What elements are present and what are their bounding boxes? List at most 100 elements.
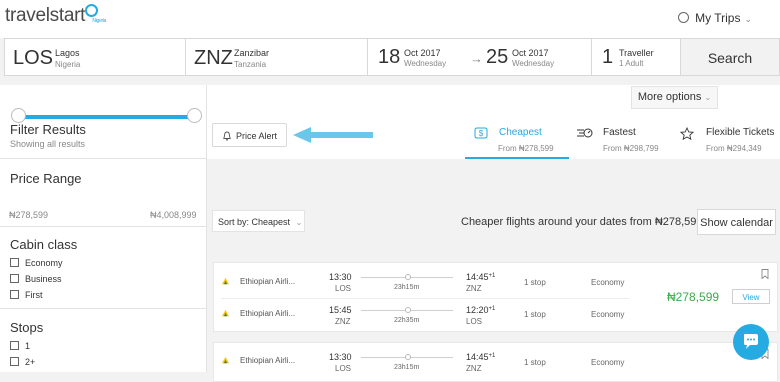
return-day: 25 [486, 46, 509, 68]
from-field[interactable]: LOS Lagos Nigeria [4, 38, 186, 76]
svg-text:$: $ [479, 129, 484, 138]
checkbox-label: Business [25, 274, 62, 284]
stop-dot [405, 354, 411, 360]
checkbox-icon [10, 274, 19, 283]
search-bar: LOS Lagos Nigeria ZNZ Zanzibar Tanzania … [4, 38, 780, 78]
bookmark-icon[interactable] [761, 269, 769, 279]
tab-price: From ₦294,349 [706, 144, 762, 153]
cheaper-flights-text: Cheaper flights around your dates from ₦… [461, 216, 703, 228]
cabin-economy-checkbox[interactable]: Economy [10, 258, 63, 268]
from-city: Lagos [55, 48, 80, 58]
price-range-title: Price Range [10, 171, 82, 186]
star-icon [680, 127, 694, 140]
airline-name: Ethiopian Airli... [240, 277, 296, 286]
live-chat-button[interactable] [733, 324, 769, 360]
annotation-arrow-icon [293, 127, 311, 143]
depart-day: 18 [378, 46, 401, 68]
divider [0, 308, 206, 309]
travellers-label: Traveller [619, 48, 654, 58]
travellers-count: 1 [602, 46, 614, 68]
search-button[interactable]: Search [680, 38, 780, 76]
stops-1-checkbox[interactable]: 1 [10, 341, 30, 351]
chevron-down-icon: ⌄ [744, 14, 752, 24]
stops-count: 1 stop [524, 358, 546, 367]
divider [0, 158, 206, 159]
bell-icon [223, 131, 231, 141]
filter-title: Filter Results [10, 122, 86, 137]
speed-icon [577, 128, 593, 138]
view-button[interactable]: View [732, 289, 770, 304]
stops-title: Stops [10, 320, 44, 335]
flight-result-card[interactable]: Ethiopian Airli... 13:30 LOS 23h15m 14:4… [213, 342, 778, 382]
stop-dot [405, 307, 411, 313]
to-city: Zanzibar [234, 48, 270, 58]
travellers-detail: 1 Adult [619, 59, 644, 68]
annotation-arrow-shaft [310, 132, 373, 138]
tab-label: Cheapest [499, 127, 542, 138]
cabin-class: Economy [591, 358, 625, 367]
from-code: LOS [13, 47, 54, 69]
to-country: Tanzania [234, 60, 267, 69]
price-alert-button[interactable]: Price Alert [212, 123, 287, 147]
arrival-time-value: 14:45 [466, 352, 489, 362]
dates-field[interactable]: 18 Oct 2017 Wednesday → 25 Oct 2017 Wedn… [367, 38, 592, 76]
tab-label: Flexible Tickets [706, 127, 775, 138]
flight-price: ₦278,599 [667, 290, 720, 304]
duration: 22h35m [394, 317, 420, 324]
arrival-airport: LOS [466, 317, 483, 326]
travellers-field[interactable]: 1 Traveller 1 Adult [591, 38, 681, 76]
checkbox-label: 1 [25, 341, 31, 351]
price-range-max-handle[interactable] [186, 108, 202, 123]
active-tab-indicator [465, 157, 569, 159]
stop-dot [405, 274, 411, 280]
to-field[interactable]: ZNZ Zanzibar Tanzania [185, 38, 368, 76]
price-range-min: ₦278,599 [9, 210, 49, 220]
checkbox-icon [10, 357, 19, 366]
top-bar: travelstart Nigeria My Trips ⌄ [0, 0, 780, 38]
depart-weekday: Wednesday [404, 59, 447, 68]
leg-divider [221, 298, 629, 299]
departure-airport: ZNZ [335, 317, 351, 326]
depart-month-year: Oct 2017 [404, 48, 441, 58]
to-code: ZNZ [194, 47, 233, 69]
price-range-max: ₦4,008,999 [150, 210, 197, 220]
logo-ring-icon [85, 4, 99, 17]
cabin-first-checkbox[interactable]: First [10, 290, 43, 300]
dollar-tag-icon: $ [474, 127, 488, 139]
departure-time: 13:30 [329, 352, 352, 362]
checkbox-label: Economy [25, 258, 63, 268]
cabin-business-checkbox[interactable]: Business [10, 274, 62, 284]
arrow-right-icon: → [470, 51, 483, 66]
price-range-min-handle[interactable] [10, 108, 26, 123]
checkbox-icon [10, 341, 19, 350]
stops-count: 1 stop [524, 278, 546, 287]
cabin-class: Economy [591, 310, 625, 319]
show-calendar-button[interactable]: Show calendar [697, 209, 776, 235]
checkbox-icon [10, 290, 19, 299]
return-month-year: Oct 2017 [512, 48, 549, 58]
checkbox-label: 2+ [25, 357, 36, 367]
ethiopian-airlines-logo-icon [221, 277, 230, 285]
flight-result-card[interactable]: Ethiopian Airli... 13:30 LOS 23h15m 14:4… [213, 262, 778, 332]
more-options-button[interactable]: More options ⌄ [631, 86, 718, 109]
user-icon [678, 12, 690, 23]
price-alert-label: Price Alert [236, 131, 278, 141]
from-country: Nigeria [55, 60, 81, 69]
logo-country: Nigeria [92, 18, 107, 24]
more-options-label: More options [637, 91, 702, 103]
my-trips-menu[interactable]: My Trips ⌄ [678, 11, 752, 25]
divider [0, 226, 206, 227]
arrival-airport: ZNZ [466, 284, 482, 293]
departure-time: 13:30 [329, 272, 352, 282]
duration: 23h15m [394, 364, 420, 371]
sort-dropdown[interactable]: Sort by: Cheapest ⌄ [212, 210, 305, 232]
airline-name: Ethiopian Airli... [240, 356, 296, 365]
arrival-time: 12:20+1 [466, 305, 495, 315]
arrival-time: 14:45+1 [466, 272, 495, 282]
travelstart-logo[interactable]: travelstart Nigeria [5, 4, 106, 27]
departure-time: 15:45 [329, 305, 352, 315]
price-range-track[interactable] [16, 115, 193, 119]
duration: 23h15m [394, 284, 420, 291]
sort-label: Sort by: Cheapest [218, 217, 291, 227]
stops-2plus-checkbox[interactable]: 2+ [10, 357, 35, 367]
